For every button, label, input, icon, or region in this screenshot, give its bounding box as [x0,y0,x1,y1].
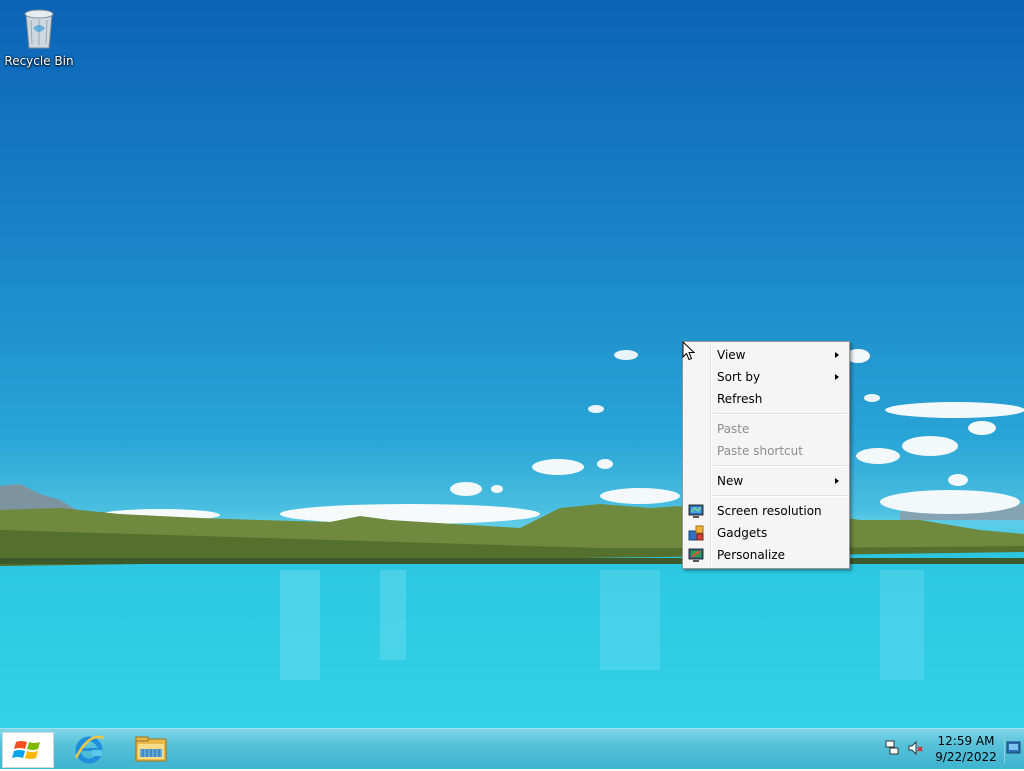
submenu-arrow-icon [835,374,839,380]
menu-item-label: Screen resolution [717,504,822,518]
menu-item-paste[interactable]: Paste [683,418,849,440]
volume-muted-icon[interactable] [908,740,924,756]
recycle-bin-icon [24,9,54,49]
clock-time: 12:59 AM [937,734,995,748]
wallpaper-landscape [0,349,1024,680]
menu-item-label: Personalize [717,548,786,562]
menu-item-sort-by[interactable]: Sort by [683,366,849,388]
file-explorer-icon [135,736,167,762]
gadgets-icon [688,525,704,541]
menu-item-label: Gadgets [717,526,768,540]
menu-item-personalize[interactable]: Personalize [683,544,849,566]
show-desktop-button[interactable] [1004,733,1022,763]
screen-resolution-icon [688,504,704,518]
recycle-bin-label: Recycle Bin [4,54,74,68]
desktop-context-menu: View Sort by Refresh Paste Paste shortcu… [682,341,850,569]
clock-date: 9/22/2022 [935,750,997,764]
menu-item-gadgets[interactable]: Gadgets [683,522,849,544]
menu-separator [713,495,847,497]
pinned-file-explorer[interactable] [126,732,176,766]
menu-separator [713,465,847,467]
menu-item-label: View [717,348,746,362]
windows-logo-icon [12,741,40,759]
menu-item-label: Paste shortcut [717,444,803,458]
menu-item-new[interactable]: New [683,470,849,492]
menu-separator [713,413,847,415]
recycle-bin-shortcut[interactable]: Recycle Bin [4,6,74,74]
menu-item-label: Paste [717,422,750,436]
show-desktop-icon [1006,741,1021,754]
menu-item-paste-shortcut[interactable]: Paste shortcut [683,440,849,462]
menu-item-view[interactable]: View [683,344,849,366]
menu-item-label: Sort by [717,370,761,384]
start-button[interactable] [2,732,54,768]
internet-explorer-icon [74,735,105,764]
network-icon[interactable] [884,740,900,756]
menu-item-screen-resolution[interactable]: Screen resolution [683,500,849,522]
taskbar [0,728,1024,769]
desktop[interactable]: Recycle Bin View Sort by Refresh Paste P… [0,0,1024,728]
submenu-arrow-icon [835,478,839,484]
submenu-arrow-icon [835,352,839,358]
menu-item-label: New [717,474,744,488]
taskbar-clock[interactable]: 12:59 AM 9/22/2022 [930,733,1002,765]
menu-item-refresh[interactable]: Refresh [683,388,849,410]
pinned-internet-explorer[interactable] [64,732,114,766]
menu-item-label: Refresh [717,392,763,406]
personalize-icon [688,548,704,562]
